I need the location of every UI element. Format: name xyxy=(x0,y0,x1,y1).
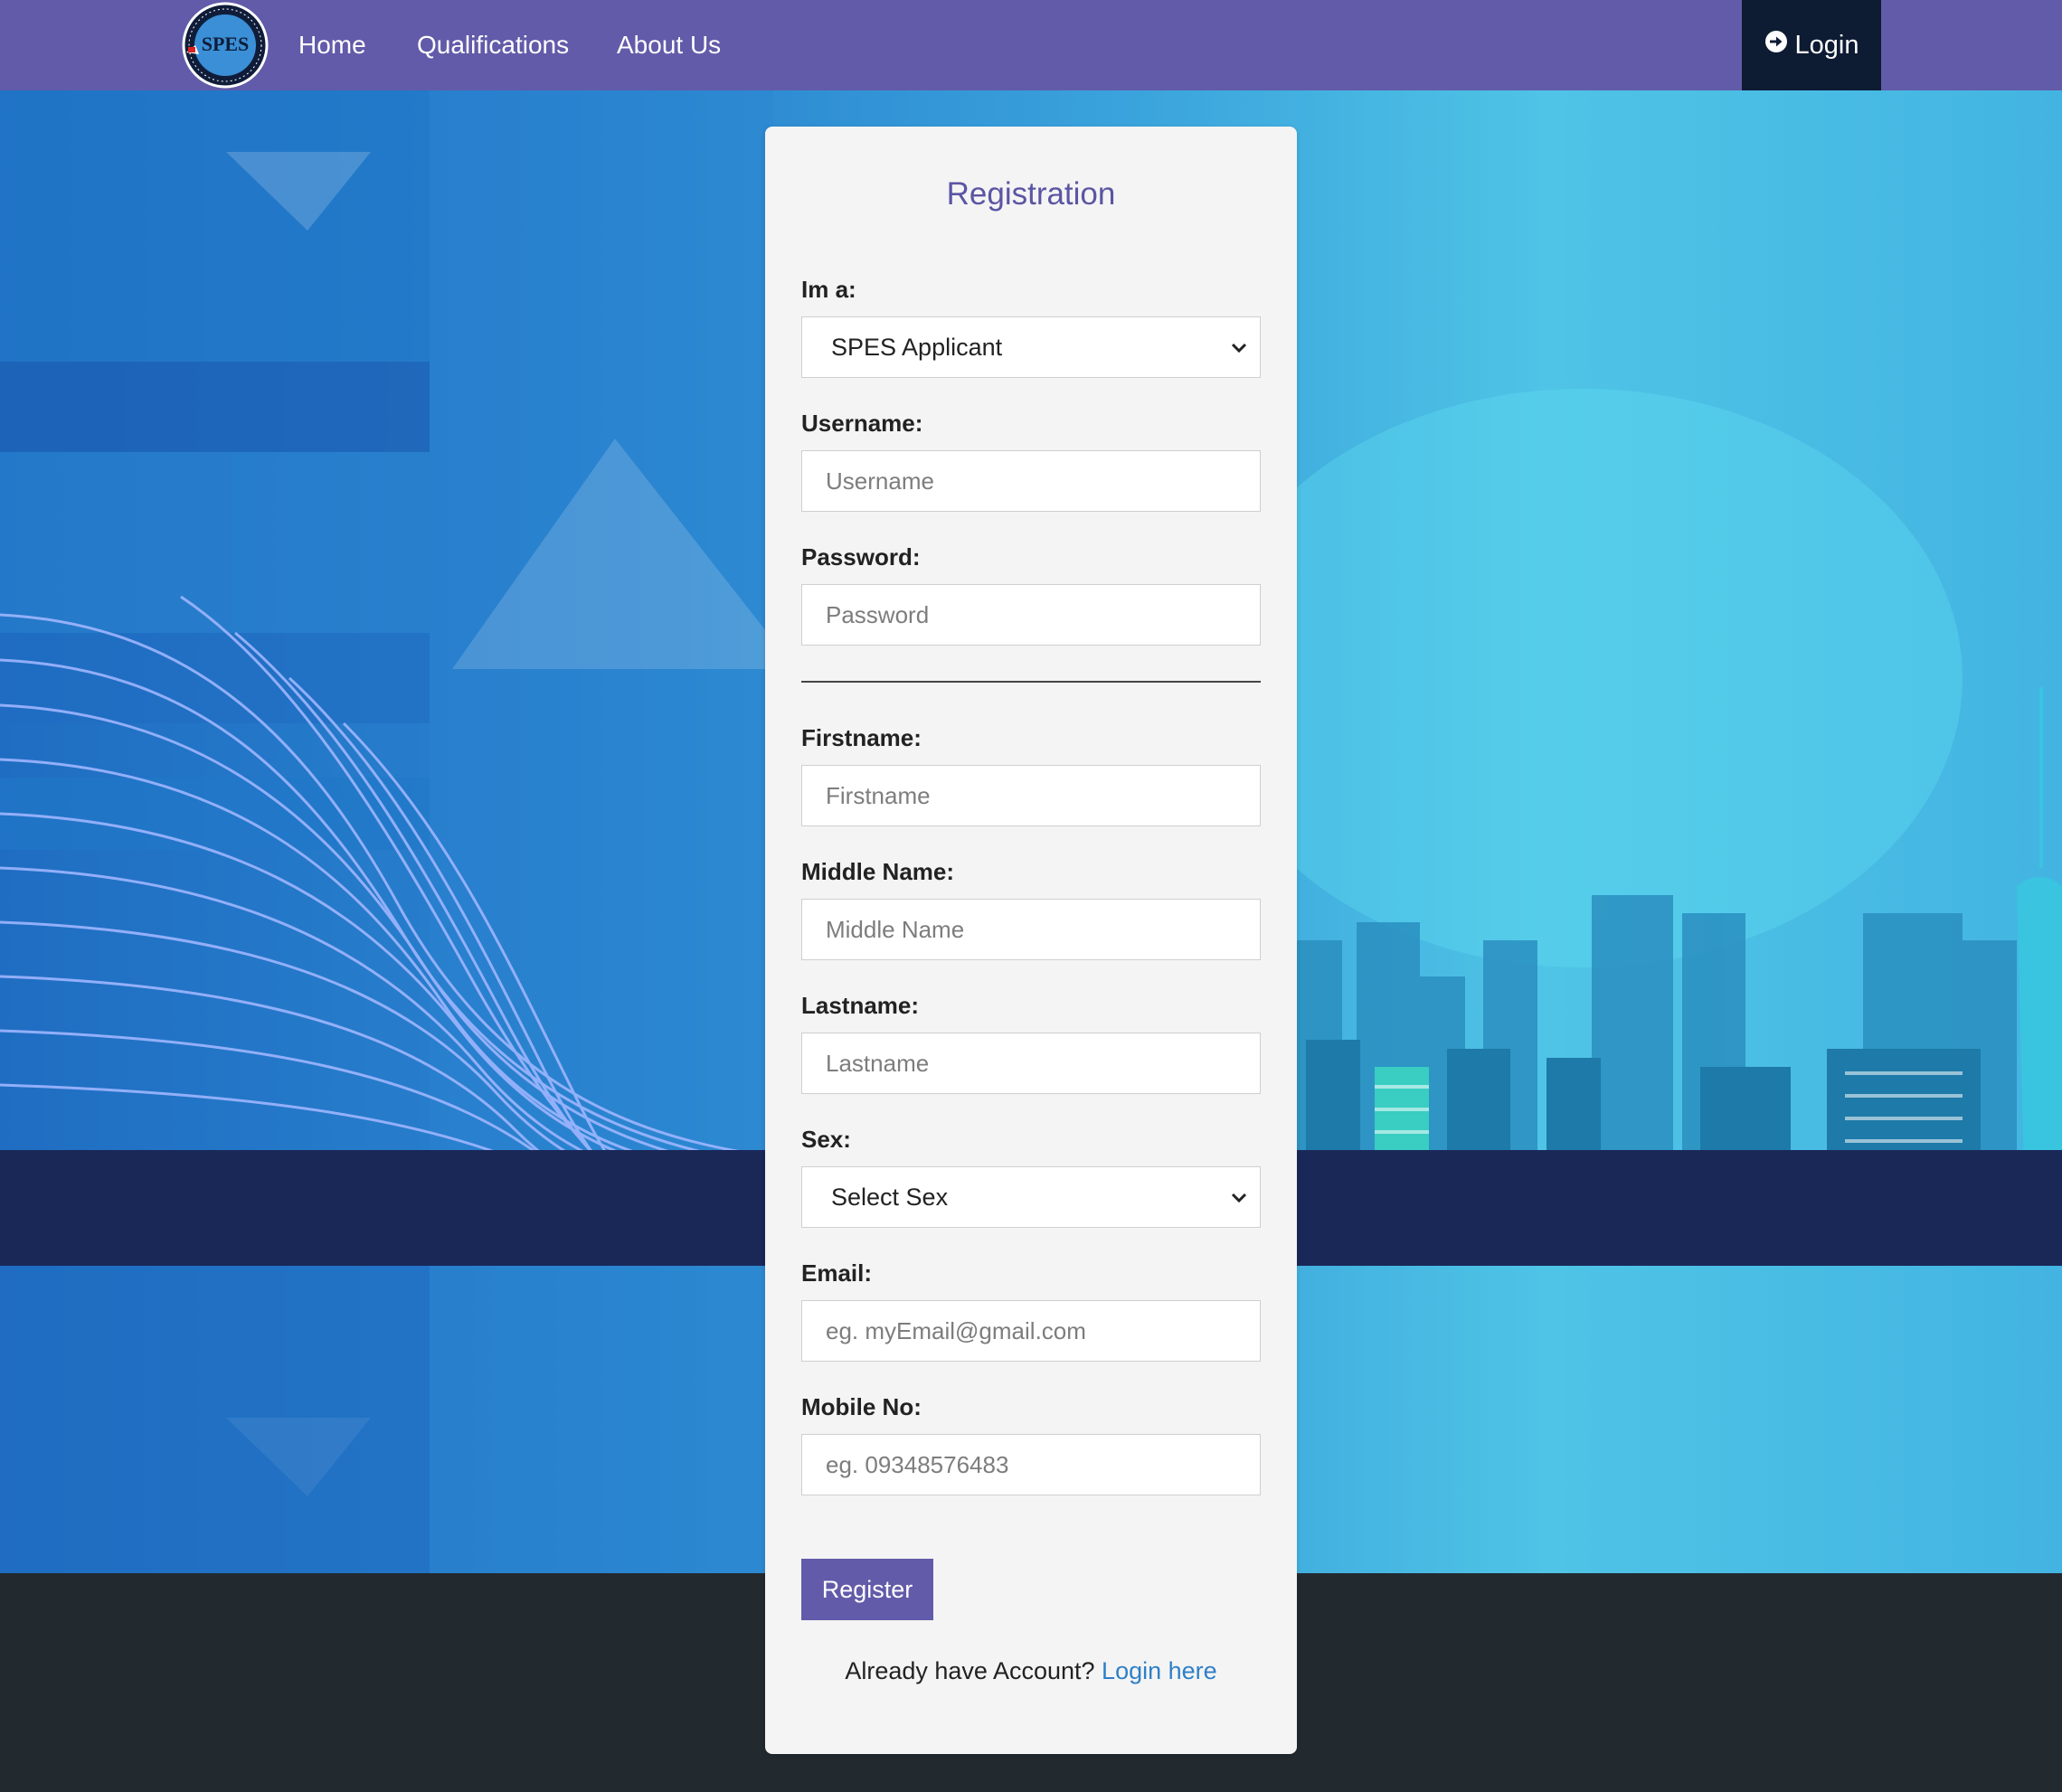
middlename-label: Middle Name: xyxy=(801,858,955,885)
svg-text:SPES: SPES xyxy=(202,33,250,55)
sign-in-icon xyxy=(1764,30,1788,61)
form-title: Registration xyxy=(946,176,1116,212)
login-prompt: Already have Account? Login here xyxy=(765,1655,1297,1687)
top-navbar: SPES Home Qualifications About Us Login xyxy=(0,0,2062,90)
middlename-input[interactable] xyxy=(801,899,1261,960)
spes-logo[interactable]: SPES xyxy=(179,0,271,90)
nav-home[interactable]: Home xyxy=(298,27,366,63)
chevron-down-icon xyxy=(1231,343,1247,354)
sex-selected-value: Select Sex xyxy=(831,1183,949,1211)
email-label: Email: xyxy=(801,1259,873,1287)
sex-label: Sex: xyxy=(801,1126,851,1153)
nav-login-button[interactable]: Login xyxy=(1742,0,1881,90)
role-select[interactable]: SPES Applicant xyxy=(801,316,1261,378)
sex-select[interactable]: Select Sex xyxy=(801,1166,1261,1228)
mobile-label: Mobile No: xyxy=(801,1393,922,1420)
chevron-down-icon xyxy=(1231,1193,1247,1203)
email-input[interactable] xyxy=(801,1300,1261,1362)
role-label: Im a: xyxy=(801,276,856,303)
username-input[interactable] xyxy=(801,450,1261,512)
lastname-input[interactable] xyxy=(801,1033,1261,1094)
registration-card: Registration Im a: SPES Applicant Userna… xyxy=(765,127,1297,1754)
lastname-label: Lastname: xyxy=(801,992,920,1019)
firstname-label: Firstname: xyxy=(801,724,922,751)
login-prompt-text: Already have Account? xyxy=(845,1657,1095,1684)
nav-about-us[interactable]: About Us xyxy=(617,27,721,63)
login-here-link[interactable]: Login here xyxy=(1102,1657,1217,1684)
username-label: Username: xyxy=(801,410,923,437)
password-input[interactable] xyxy=(801,584,1261,646)
mobile-input[interactable] xyxy=(801,1434,1261,1495)
role-selected-value: SPES Applicant xyxy=(831,333,1003,361)
nav-login-label: Login xyxy=(1794,30,1859,60)
nav-qualifications[interactable]: Qualifications xyxy=(417,27,569,63)
form-divider xyxy=(801,681,1261,683)
firstname-input[interactable] xyxy=(801,765,1261,826)
password-label: Password: xyxy=(801,543,921,571)
register-button[interactable]: Register xyxy=(801,1559,933,1620)
